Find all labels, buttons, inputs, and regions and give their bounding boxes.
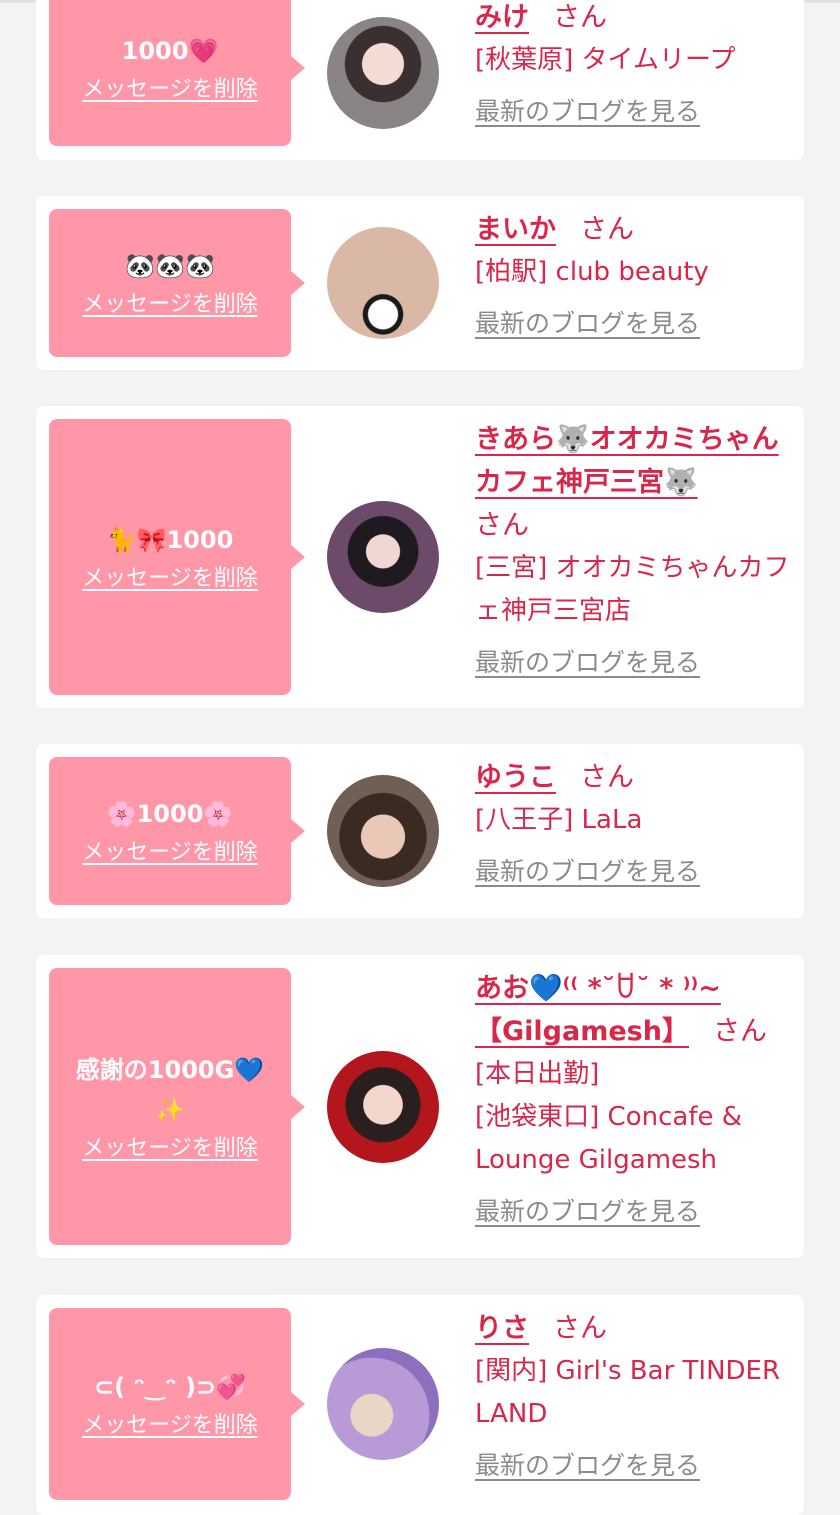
list-item: 感謝の1000G💙✨ メッセージを削除 あお💙⁽⁽ *˘ꇴ˘ * ⁾⁾~【Gil… bbox=[36, 955, 804, 1258]
cast-name-link[interactable]: ゆうこ bbox=[475, 762, 556, 793]
latest-blog-link[interactable]: 最新のブログを見る bbox=[475, 1446, 700, 1486]
avatar[interactable] bbox=[327, 227, 439, 339]
cast-name-link[interactable]: きあら🐺オオカミちゃんカフェ神戸三宮🐺 bbox=[475, 424, 779, 498]
message-text: 1000💗 bbox=[121, 37, 219, 65]
cast-name-link[interactable]: あお💙⁽⁽ *˘ꇴ˘ * ⁾⁾~【Gilgamesh】 bbox=[475, 973, 721, 1047]
shop-name: [関内] Girl's Bar TINDER LAND bbox=[475, 1356, 781, 1429]
list-item: 🐼🐼🐼 メッセージを削除 まいか さん [柏駅] club beauty 最新のブ… bbox=[36, 196, 804, 370]
message-bubble: 🌸1000🌸 メッセージを削除 bbox=[49, 757, 305, 905]
message-text: 🐼🐼🐼 bbox=[125, 252, 215, 280]
message-bubble: 🐼🐼🐼 メッセージを削除 bbox=[49, 209, 305, 357]
latest-blog-link[interactable]: 最新のブログを見る bbox=[475, 643, 700, 683]
message-text: 🌸1000🌸 bbox=[106, 800, 234, 828]
honorific: さん bbox=[475, 510, 529, 541]
cast-name-link[interactable]: まいか bbox=[475, 214, 556, 245]
delete-message-link[interactable]: メッセージを削除 bbox=[82, 290, 258, 320]
honorific: さん bbox=[553, 2, 607, 33]
shop-name: [池袋東口] Concafe & Lounge Gilgamesh bbox=[475, 1102, 743, 1175]
shop-status: [本日出勤] bbox=[475, 1059, 600, 1089]
list-item: ⊂( ᵔ‿ᵔ )⊃💞 メッセージを削除 りさ さん [関内] Girl's Bar… bbox=[36, 1295, 804, 1515]
honorific: さん bbox=[580, 762, 634, 793]
shop-name: [三宮] オオカミちゃんカフェ神戸三宮店 bbox=[475, 553, 790, 626]
delete-message-link[interactable]: メッセージを削除 bbox=[82, 1134, 258, 1164]
cast-name-link[interactable]: りさ bbox=[475, 1313, 529, 1344]
shop-name: [八王子] LaLa bbox=[475, 805, 643, 835]
message-text: 🐈🎀1000 bbox=[106, 526, 234, 554]
delete-message-link[interactable]: メッセージを削除 bbox=[82, 1411, 258, 1441]
message-bubble: 🐈🎀1000 メッセージを削除 bbox=[49, 419, 305, 695]
shop-name: [柏駅] club beauty bbox=[475, 257, 709, 287]
message-bubble: ⊂( ᵔ‿ᵔ )⊃💞 メッセージを削除 bbox=[49, 1308, 305, 1500]
avatar[interactable] bbox=[327, 1051, 439, 1163]
honorific: さん bbox=[553, 1313, 607, 1344]
honorific: さん bbox=[580, 214, 634, 245]
delete-message-link[interactable]: メッセージを削除 bbox=[82, 838, 258, 868]
list-item: 🐈🎀1000 メッセージを削除 きあら🐺オオカミちゃんカフェ神戸三宮🐺 さん [三… bbox=[36, 406, 804, 708]
latest-blog-link[interactable]: 最新のブログを見る bbox=[475, 1192, 700, 1232]
avatar[interactable] bbox=[327, 17, 439, 129]
latest-blog-link[interactable]: 最新のブログを見る bbox=[475, 852, 700, 892]
cast-name-link[interactable]: みけ bbox=[475, 2, 529, 33]
delete-message-link[interactable]: メッセージを削除 bbox=[82, 75, 258, 105]
avatar[interactable] bbox=[327, 501, 439, 613]
message-bubble: 1000💗 メッセージを削除 bbox=[49, 0, 305, 146]
honorific: さん bbox=[712, 1016, 767, 1047]
list-item: 🌸1000🌸 メッセージを削除 ゆうこ さん [八王子] LaLa 最新のブログを… bbox=[36, 744, 804, 918]
message-bubble: 感謝の1000G💙✨ メッセージを削除 bbox=[49, 968, 305, 1245]
delete-message-link[interactable]: メッセージを削除 bbox=[82, 564, 258, 594]
avatar[interactable] bbox=[327, 775, 439, 887]
list-item: 1000💗 メッセージを削除 みけ さん [秋葉原] タイムリープ 最新のブログを… bbox=[36, 0, 804, 160]
latest-blog-link[interactable]: 最新のブログを見る bbox=[475, 304, 700, 344]
shop-name: [秋葉原] タイムリープ bbox=[475, 45, 736, 75]
avatar[interactable] bbox=[327, 1348, 439, 1460]
latest-blog-link[interactable]: 最新のブログを見る bbox=[475, 92, 700, 132]
message-text: ⊂( ᵔ‿ᵔ )⊃💞 bbox=[93, 1373, 247, 1401]
message-text: 感謝の1000G💙✨ bbox=[75, 1055, 265, 1124]
